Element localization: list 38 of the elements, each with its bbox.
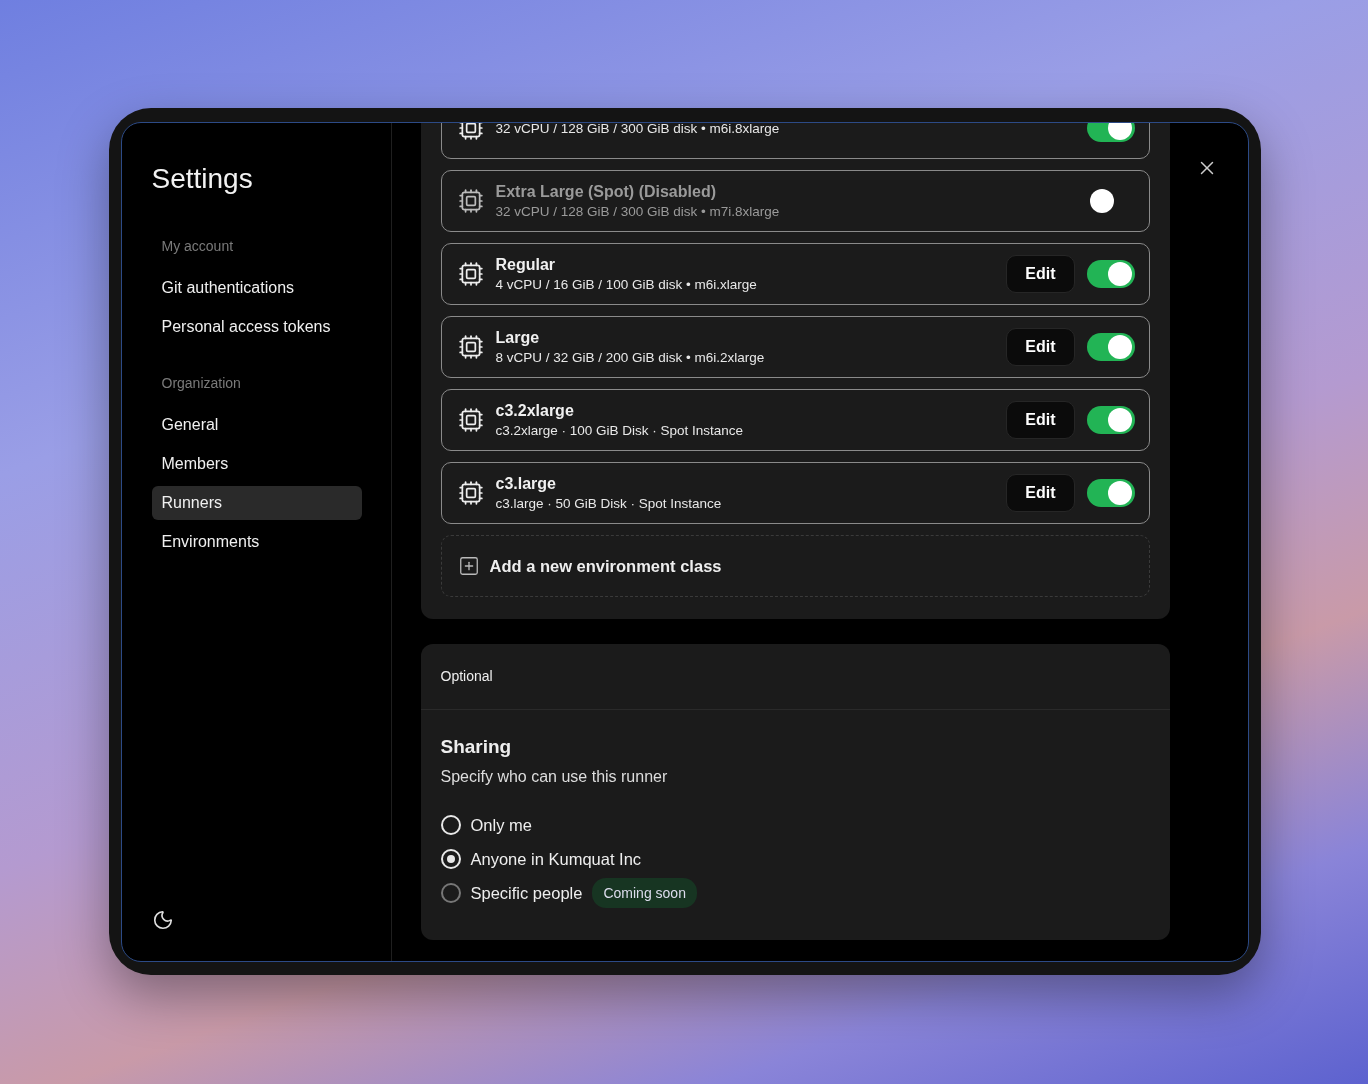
section-description: Specify who can use this runner (440, 768, 669, 786)
plus-icon (457, 555, 480, 577)
nav-item[interactable]: Personal access tokens (151, 310, 362, 344)
toggle-switch[interactable] (1086, 479, 1135, 507)
status-badge: Coming soon (592, 878, 697, 908)
radio-label: Only me (470, 815, 532, 835)
nav-item[interactable]: Environments (151, 525, 362, 559)
toggle-switch[interactable] (1086, 260, 1135, 288)
nav-item[interactable]: Runners (151, 486, 362, 520)
moon-icon[interactable] (151, 909, 174, 931)
section-title: Sharing (440, 736, 513, 758)
edit-button[interactable]: Edit (1006, 328, 1075, 366)
environment-class-specs: 32 vCPU / 128 GiB / 300 GiB disk • m6i.8xlarge (495, 123, 781, 136)
environment-class-name: c3.large (495, 475, 557, 493)
edit-button[interactable]: Edit (1006, 474, 1075, 512)
environment-class-specs: c3.large · 50 GiB Disk · Spot Instance (495, 496, 723, 511)
nav-section-heading: Organization (160, 375, 242, 391)
environment-class-specs: 32 vCPU / 128 GiB / 300 GiB disk • m7i.8xlarge (495, 204, 781, 219)
add-environment-class-button[interactable]: Add a new environment class (440, 535, 1150, 597)
environment-class-name: Regular (495, 256, 557, 274)
toggle-switch[interactable] (1086, 406, 1135, 434)
toggle-switch[interactable] (1086, 333, 1135, 361)
panel-header: Optional (420, 644, 1170, 710)
edit-button[interactable]: Edit (1006, 255, 1075, 293)
environment-class-specs: 4 vCPU / 16 GiB / 100 GiB disk • m6i.xlarge (495, 277, 758, 292)
nav-item[interactable]: General (151, 408, 362, 442)
environment-class-specs: c3.2xlarge · 100 GiB Disk · Spot Instance (495, 423, 745, 438)
environment-class-name: Large (495, 329, 541, 347)
nav-section-heading: My account (160, 238, 235, 254)
nav-item[interactable]: Git authentications (151, 271, 362, 305)
radio-label: Anyone in Kumquat Inc (470, 849, 642, 869)
environment-class-name: Extra Large (Spot) (Disabled) (495, 183, 717, 201)
environment-class-specs: 8 vCPU / 32 GiB / 200 GiB disk • m6i.2xlarge (495, 350, 766, 365)
environment-class-name: c3.2xlarge (495, 402, 575, 420)
nav-item[interactable]: Members (151, 447, 362, 481)
radio-label: Specific people (470, 883, 583, 903)
settings-title: Settings (151, 163, 254, 195)
edit-button[interactable]: Edit (1006, 401, 1075, 439)
